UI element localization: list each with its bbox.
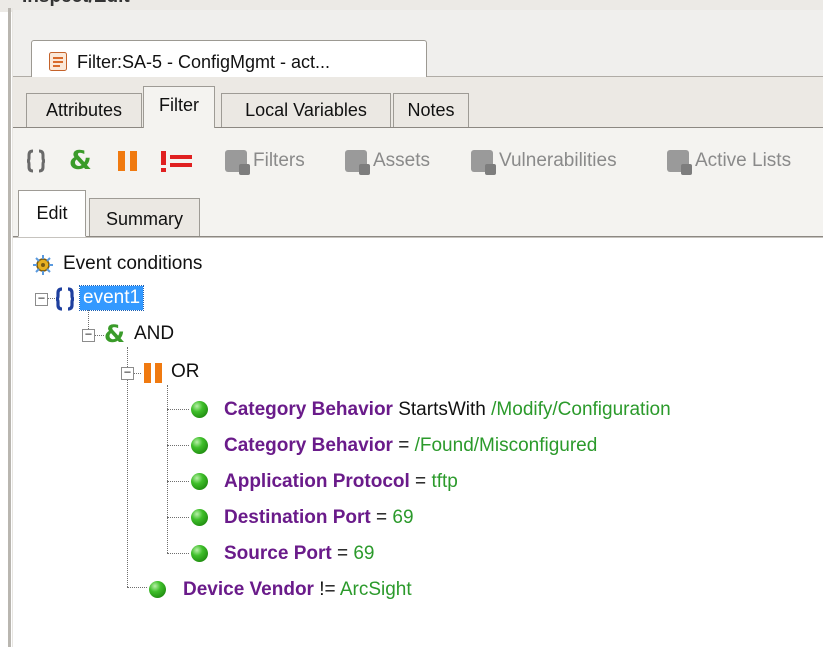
tree-connector [167, 553, 189, 554]
tree-connector [127, 347, 128, 587]
condition-status-icon [191, 401, 208, 418]
condition-operator: = [370, 507, 393, 528]
main-tab-bar: Attributes Filter Local Variables Notes [13, 77, 823, 129]
condition-field: Source Port [224, 543, 332, 564]
condition-row[interactable]: Application Protocol = tftp [191, 470, 823, 496]
tab-attributes-label: Attributes [45, 100, 123, 120]
assets-label: Assets [373, 150, 431, 171]
tree-connector [167, 481, 189, 482]
condition-operator: = [409, 471, 432, 492]
or-icon [144, 363, 162, 383]
tab-summary-label: Summary [105, 209, 183, 229]
tab-summary[interactable]: Summary [89, 198, 200, 236]
tab-filter[interactable]: Filter [143, 86, 215, 129]
and-icon: & [104, 320, 125, 348]
assets-button[interactable]: Assets [345, 148, 431, 175]
vulnerabilities-button[interactable]: Vulnerabilities [471, 148, 617, 175]
tree-connector [167, 409, 189, 410]
tab-local-variables[interactable]: Local Variables [221, 93, 391, 127]
condition-field: Category Behavior [224, 399, 393, 420]
assets-icon [345, 150, 370, 175]
filter-document-icon [49, 52, 67, 71]
tab-attributes[interactable]: Attributes [26, 93, 142, 127]
tree-connector [167, 517, 189, 518]
editor-tab-label: Filter:SA-5 - ConfigMgmt - act... [77, 52, 331, 72]
vulnerabilities-label: Vulnerabilities [499, 150, 617, 171]
active-lists-button[interactable]: Active Lists [667, 148, 792, 175]
condition-row[interactable]: Category Behavior = /Found/Misconfigured [191, 434, 823, 460]
tree-node-and[interactable]: & AND [104, 320, 224, 348]
filters-button[interactable]: Filters [225, 148, 305, 175]
tree-root-label: Event conditions [63, 253, 203, 274]
condition-field: Application Protocol [224, 471, 410, 492]
vulnerabilities-icon [471, 150, 496, 175]
tree-node-event1[interactable]: event1 [55, 285, 215, 312]
tree-node-or[interactable]: OR [143, 360, 243, 386]
condition-status-icon [191, 509, 208, 526]
and-label: AND [134, 323, 175, 344]
condition-status-icon [149, 581, 166, 598]
active-lists-label: Active Lists [695, 150, 792, 171]
window-left-border [8, 8, 11, 647]
condition-value: tftp [431, 471, 458, 492]
tree-connector [167, 445, 189, 446]
tab-edit-label: Edit [36, 203, 68, 223]
add-event-button[interactable] [27, 148, 45, 174]
tree-root-event-conditions[interactable]: Event conditions [33, 252, 293, 278]
condition-operator: StartsWith [392, 399, 492, 420]
condition-value: ArcSight [339, 579, 412, 600]
tree-connector [167, 385, 168, 553]
condition-row[interactable]: Category Behavior StartsWith /Modify/Con… [191, 398, 823, 424]
condition-value: /Found/Misconfigured [414, 435, 598, 456]
condition-row[interactable]: Destination Port = 69 [191, 506, 823, 532]
active-lists-icon [667, 150, 692, 175]
add-and-button[interactable]: & [69, 148, 92, 174]
condition-toolbar: & Filters Assets Vulnerabilities Active … [13, 128, 823, 190]
inner-tab-bar: Edit Summary [13, 190, 823, 237]
tree-connector [94, 335, 104, 336]
filters-icon [225, 150, 250, 175]
condition-operator: != [313, 579, 340, 600]
condition-field: Destination Port [224, 507, 371, 528]
condition-field: Device Vendor [183, 579, 314, 600]
tab-local-variables-label: Local Variables [245, 100, 367, 120]
collapse-toggle-event1[interactable]: − [35, 292, 48, 306]
condition-row-device-vendor[interactable]: Device Vendor != ArcSight [149, 578, 789, 604]
or-icon [118, 151, 137, 171]
condition-row[interactable]: Source Port = 69 [191, 542, 823, 568]
condition-value: 69 [353, 543, 375, 564]
condition-status-icon [191, 545, 208, 562]
braces-icon [55, 287, 75, 311]
condition-operator: = [392, 435, 415, 456]
condition-status-icon [191, 437, 208, 454]
and-icon: & [69, 146, 92, 176]
window-title: Inspect/Edit [22, 0, 130, 8]
tree-connector [133, 373, 141, 374]
filters-label: Filters [253, 150, 305, 171]
tree-connector [127, 587, 147, 588]
not-equal-icon [161, 151, 192, 172]
condition-value: /Modify/Configuration [491, 399, 671, 420]
add-not-button[interactable] [159, 148, 193, 174]
condition-value: 69 [392, 507, 414, 528]
tab-filter-label: Filter [159, 95, 199, 115]
tree-connector [47, 298, 55, 299]
condition-tree[interactable]: Event conditions − event1 − & AND − OR C… [13, 237, 823, 648]
tab-edit[interactable]: Edit [18, 190, 86, 237]
event1-label: event1 [78, 285, 145, 311]
tab-notes-label: Notes [407, 100, 455, 120]
editor-tab-strip: Filter:SA-5 - ConfigMgmt - act... [13, 10, 823, 83]
gear-sparkle-icon [33, 255, 53, 275]
condition-field: Category Behavior [224, 435, 393, 456]
add-or-button[interactable] [117, 148, 139, 174]
tab-notes[interactable]: Notes [393, 93, 469, 127]
condition-operator: = [331, 543, 354, 564]
condition-status-icon [191, 473, 208, 490]
braces-icon [27, 149, 45, 173]
collapse-toggle-and[interactable]: − [82, 328, 95, 342]
collapse-toggle-or[interactable]: − [121, 366, 134, 380]
or-label: OR [171, 361, 200, 382]
